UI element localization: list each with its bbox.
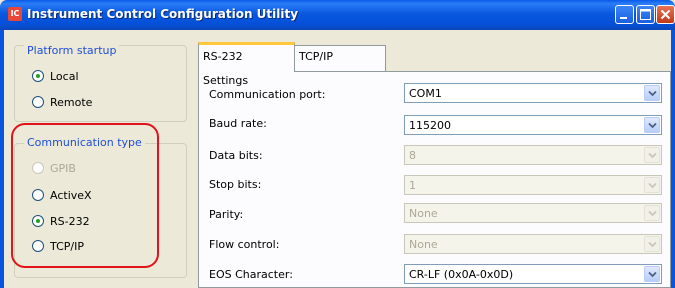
flow-control-select: None: [404, 234, 662, 254]
radio-local-label: Local: [50, 69, 79, 83]
baud-rate-label: Baud rate:: [209, 117, 267, 130]
window-title: Instrument Control Configuration Utility: [27, 7, 299, 21]
window-frame-left: [0, 30, 4, 288]
chevron-down-icon: [648, 122, 657, 129]
chevron-down-icon: [648, 271, 657, 278]
stop-bits-select: 1: [404, 175, 662, 195]
data-bits-value: 8: [409, 149, 416, 162]
data-bits-label: Data bits:: [209, 149, 263, 162]
minimize-button[interactable]: [615, 5, 634, 24]
maximize-button[interactable]: [636, 5, 655, 24]
platform-startup-legend: Platform startup: [24, 44, 120, 57]
radio-remote-button[interactable]: [32, 96, 44, 108]
close-icon: [660, 9, 671, 20]
parity-label: Parity:: [209, 208, 244, 221]
radio-remote-label: Remote: [50, 95, 93, 109]
communication-port-value: COM1: [409, 87, 442, 100]
data-bits-dropdown-button: [644, 147, 660, 163]
parity-select: None: [404, 203, 662, 223]
chevron-down-icon: [648, 90, 657, 97]
baud-rate-value: 115200: [409, 119, 451, 132]
stop-bits-label: Stop bits:: [209, 178, 262, 191]
flow-control-dropdown-button: [644, 236, 660, 252]
parity-dropdown-button: [644, 205, 660, 221]
radio-remote[interactable]: Remote: [32, 94, 92, 110]
flow-control-value: None: [409, 238, 438, 251]
baud-rate-select[interactable]: 115200: [404, 115, 662, 135]
window-frame-right: [671, 30, 675, 288]
radio-local-button[interactable]: [32, 70, 44, 82]
eos-character-label: EOS Character:: [209, 268, 293, 281]
chevron-down-icon: [648, 241, 657, 248]
chevron-down-icon: [648, 152, 657, 159]
app-icon: IC: [8, 7, 22, 21]
highlight-outline: [11, 123, 159, 268]
stop-bits-value: 1: [409, 179, 416, 192]
tab-rs232-settings[interactable]: RS-232 Settings: [198, 42, 295, 87]
baud-rate-dropdown-button[interactable]: [644, 117, 660, 133]
chevron-down-icon: [648, 210, 657, 217]
chevron-down-icon: [648, 182, 657, 189]
communication-port-select[interactable]: COM1: [404, 83, 662, 103]
parity-value: None: [409, 207, 438, 220]
title-bar[interactable]: IC Instrument Control Configuration Util…: [0, 0, 675, 30]
eos-character-select[interactable]: CR-LF (0x0A-0x0D): [404, 264, 662, 284]
flow-control-label: Flow control:: [209, 238, 280, 251]
eos-character-dropdown-button[interactable]: [644, 266, 660, 282]
close-button[interactable]: [656, 5, 675, 24]
stop-bits-dropdown-button: [644, 177, 660, 193]
radio-local[interactable]: Local: [32, 68, 79, 84]
eos-character-value: CR-LF (0x0A-0x0D): [409, 268, 514, 281]
data-bits-select: 8: [404, 145, 662, 165]
maximize-icon: [640, 9, 651, 20]
minimize-icon: [620, 17, 627, 19]
tab-tcpip-settings[interactable]: TCP/IP Settings: [294, 45, 386, 85]
communication-port-dropdown-button[interactable]: [644, 85, 660, 101]
